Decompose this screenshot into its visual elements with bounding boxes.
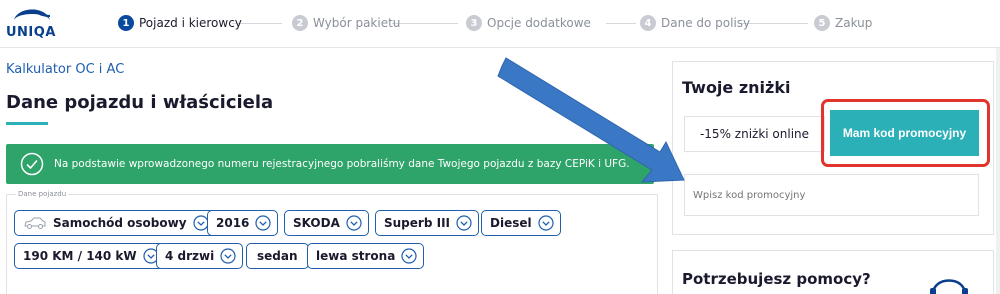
help-title: Potrzebujesz pomocy? — [682, 270, 871, 288]
vehicle-data-legend: Dane pojazdu — [16, 190, 69, 198]
step-options[interactable]: 3 Opcje dodatkowe — [466, 13, 591, 33]
step-number: 3 — [466, 15, 482, 31]
steering-side-select[interactable]: lewa strona — [307, 243, 425, 269]
promo-code-input[interactable] — [684, 174, 979, 216]
step-connector — [606, 23, 636, 24]
step-label: Opcje dodatkowe — [487, 16, 591, 30]
success-notice: Na podstawie wprowadzonego numeru rejest… — [6, 144, 654, 184]
step-number: 5 — [814, 15, 830, 31]
engine-power-select[interactable]: 190 KM / 140 kW — [14, 243, 166, 269]
step-label: Dane do polisy — [661, 16, 751, 30]
doors-select[interactable]: 4 drzwi — [156, 243, 244, 269]
breadcrumb[interactable]: Kalkulator OC i AC — [6, 62, 124, 77]
step-connector — [392, 23, 458, 24]
discounts-title: Twoje zniżki — [682, 78, 791, 97]
chevron-down-icon — [346, 215, 362, 231]
fuel-type-select[interactable]: Diesel — [481, 210, 561, 236]
chevron-down-icon — [538, 215, 554, 231]
step-vehicle-drivers[interactable]: 1 Pojazd i kierowcy — [118, 13, 242, 33]
step-label: Zakup — [835, 16, 873, 30]
chip-label: sedan — [257, 249, 298, 263]
chevron-down-icon — [456, 215, 472, 231]
notice-text: Na podstawie wprowadzonego numeru rejest… — [54, 158, 630, 170]
online-discount-option[interactable]: -15% zniżki online — [684, 116, 825, 152]
chip-label: lewa strona — [316, 249, 396, 263]
check-circle-icon — [20, 152, 44, 176]
make-select[interactable]: SKODA — [284, 210, 369, 236]
production-year-select[interactable]: 2016 — [207, 210, 279, 236]
body-type-chip[interactable]: sedan — [246, 243, 309, 269]
page-title: Dane pojazdu i właściciela — [6, 92, 274, 113]
headset-icon — [930, 279, 968, 294]
step-package[interactable]: 2 Wybór pakietu — [292, 13, 400, 33]
car-icon — [24, 217, 46, 229]
chip-label: Samochód osobowy — [53, 216, 187, 230]
chevron-down-icon — [255, 215, 272, 231]
model-select[interactable]: Superb III — [375, 210, 479, 236]
step-connector — [740, 23, 808, 24]
step-number: 1 — [118, 15, 134, 31]
scroll-gutter — [996, 48, 1000, 294]
chip-label: 4 drzwi — [165, 249, 215, 263]
step-label: Wybór pakietu — [313, 16, 401, 30]
step-purchase[interactable]: 5 Zakup — [814, 13, 872, 33]
step-policy-data[interactable]: 4 Dane do polisy — [640, 13, 750, 33]
chevron-down-icon — [401, 248, 417, 264]
chip-label: 190 KM / 140 kW — [23, 249, 137, 263]
title-underline — [6, 122, 48, 125]
chip-label: Diesel — [490, 216, 532, 230]
chevron-down-icon — [220, 248, 236, 264]
chip-label: SKODA — [293, 216, 340, 230]
online-discount-label: -15% zniżki online — [699, 127, 810, 141]
chip-label: Superb III — [384, 216, 450, 230]
chip-label: 2016 — [216, 216, 250, 230]
vehicle-type-select[interactable]: Samochód osobowy — [14, 210, 216, 236]
step-number: 2 — [292, 15, 308, 31]
brand-name: UNIQA — [6, 25, 56, 40]
top-bar: UNIQA 1 Pojazd i kierowcy 2 Wybór pakiet… — [0, 0, 1000, 48]
step-number: 4 — [640, 15, 656, 31]
step-label: Pojazd i kierowcy — [139, 16, 242, 30]
highlight-frame — [821, 99, 990, 167]
